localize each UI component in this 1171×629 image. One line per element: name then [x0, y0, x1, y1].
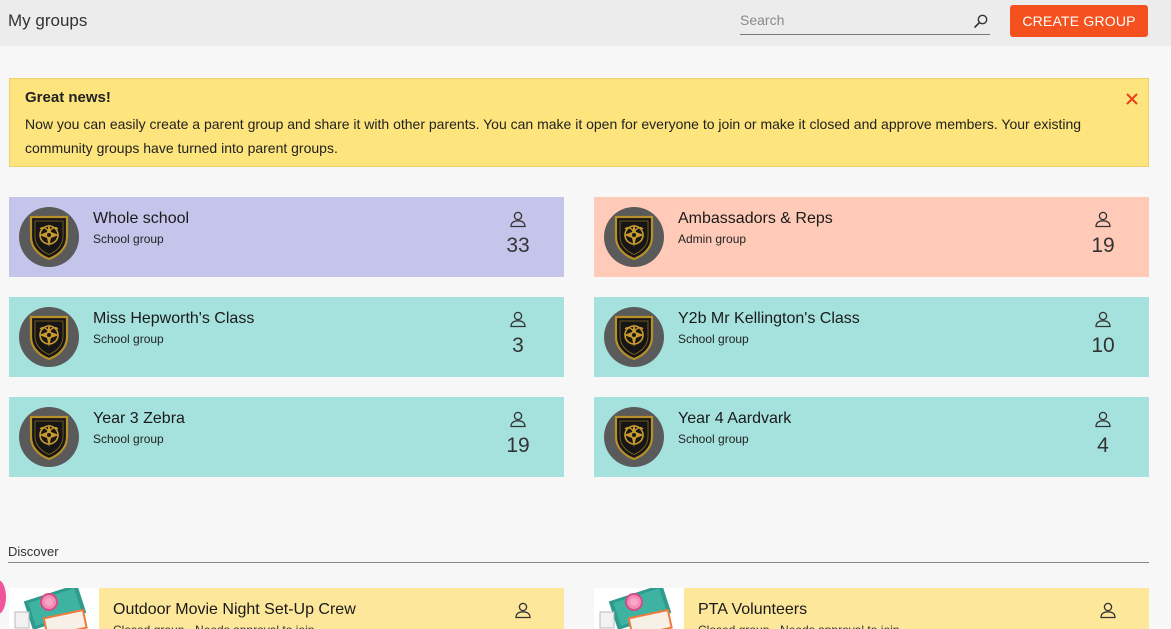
discover-heading: Discover	[8, 544, 59, 559]
search-icon[interactable]	[973, 13, 989, 29]
members-icon	[510, 311, 526, 328]
group-card[interactable]: Y2b Mr Kellington's Class School group 10	[594, 297, 1149, 377]
close-icon[interactable]	[1124, 91, 1140, 107]
members-icon	[1095, 311, 1111, 328]
group-name: Year 4 Aardvark	[678, 410, 792, 427]
members-icon	[510, 211, 526, 228]
group-type: Admin group	[678, 232, 747, 246]
group-thumbnail	[594, 588, 684, 629]
group-type: School group	[93, 432, 164, 446]
floating-badge	[0, 580, 6, 614]
group-type: School group	[678, 432, 749, 446]
group-name: Whole school	[93, 210, 190, 227]
discover-group-status: Closed group · Needs approval to join	[113, 623, 314, 629]
school-crest-icon	[19, 307, 79, 367]
group-card[interactable]: Miss Hepworth's Class School group 3	[9, 297, 564, 377]
banner-message: Now you can easily create a parent group…	[25, 116, 1082, 156]
members-icon	[515, 602, 531, 619]
member-count: 19	[1091, 234, 1115, 257]
school-crest-icon	[19, 407, 79, 467]
banner-title: Great news!	[25, 89, 111, 106]
page-title: My groups	[8, 11, 88, 30]
top-bar: My groups CREATE GROUP	[0, 0, 1171, 46]
group-card[interactable]: Year 4 Aardvark School group 4	[594, 397, 1149, 477]
create-group-button[interactable]: CREATE GROUP	[1010, 5, 1148, 37]
school-crest-icon	[19, 207, 79, 267]
group-name: Miss Hepworth's Class	[93, 310, 255, 327]
group-type: School group	[93, 332, 164, 346]
school-crest-icon	[604, 207, 664, 267]
group-name: Y2b Mr Kellington's Class	[678, 310, 860, 327]
group-name: Year 3 Zebra	[93, 410, 185, 427]
news-banner: Great news! Now you can easily create a …	[9, 78, 1149, 167]
discover-group-name: Outdoor Movie Night Set-Up Crew	[113, 601, 356, 618]
discover-group-card[interactable]: PTA Volunteers Closed group · Needs appro…	[594, 588, 1149, 629]
group-name: Ambassadors & Reps	[678, 210, 833, 227]
group-type: School group	[93, 232, 164, 246]
group-thumbnail	[9, 588, 99, 629]
search-input[interactable]	[740, 8, 968, 32]
discover-group-card[interactable]: Outdoor Movie Night Set-Up Crew Closed gr…	[9, 588, 564, 629]
discover-group-status: Closed group · Needs approval to join	[698, 623, 899, 629]
members-icon	[1095, 411, 1111, 428]
discover-divider	[8, 562, 1149, 563]
member-count: 3	[512, 334, 524, 357]
school-crest-icon	[604, 407, 664, 467]
group-type: School group	[678, 332, 749, 346]
search-box[interactable]	[740, 8, 990, 35]
members-icon	[1095, 211, 1111, 228]
members-icon	[1100, 602, 1116, 619]
member-count: 10	[1091, 334, 1115, 357]
member-count: 4	[1097, 434, 1109, 457]
member-count: 33	[506, 234, 530, 257]
members-icon	[510, 411, 526, 428]
group-card[interactable]: Whole school School group 33	[9, 197, 564, 277]
discover-group-name: PTA Volunteers	[698, 601, 808, 618]
member-count: 19	[506, 434, 530, 457]
group-card[interactable]: Ambassadors & Reps Admin group 19	[594, 197, 1149, 277]
school-crest-icon	[604, 307, 664, 367]
group-card[interactable]: Year 3 Zebra School group 19	[9, 397, 564, 477]
